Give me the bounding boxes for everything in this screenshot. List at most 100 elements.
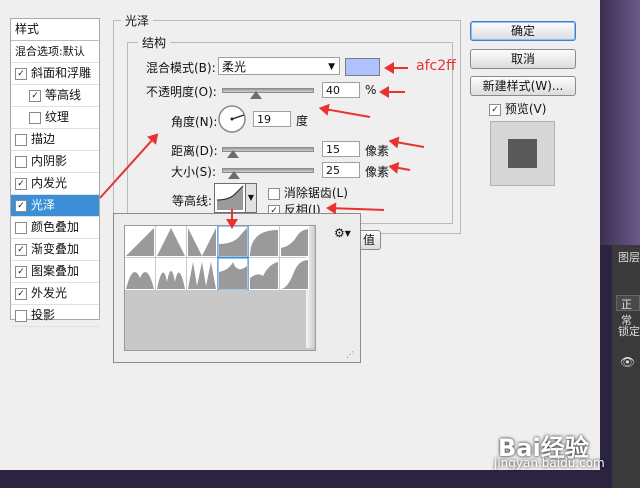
opacity-slider[interactable] <box>222 88 314 93</box>
gear-icon[interactable]: ⚙▾ <box>334 226 351 240</box>
new-style-button[interactable]: 新建样式(W)... <box>470 76 576 96</box>
sidebar-item-label: 颜色叠加 <box>31 220 80 234</box>
dialog-right-edge <box>600 0 640 245</box>
size-label: 大小(S): <box>171 165 217 179</box>
arrow-contour-popup <box>231 209 233 227</box>
contour-dropdown-button[interactable]: ▼ <box>245 183 257 213</box>
annotation-color-text: afc2ff <box>416 58 456 74</box>
sidebar-item-label: 纹理 <box>45 110 70 124</box>
contour-preset-half-round[interactable] <box>249 226 279 257</box>
size-unit: 像素 <box>365 165 390 179</box>
contour-label: 等高线: <box>172 194 213 208</box>
sidebar-item-checkbox[interactable] <box>29 111 41 124</box>
distance-slider-thumb[interactable] <box>227 150 239 158</box>
contour-presets <box>125 226 309 290</box>
layers-lock-label: 锁定 <box>618 325 640 338</box>
eye-icon[interactable]: 👁 <box>620 355 635 369</box>
opacity-slider-thumb[interactable] <box>250 91 262 99</box>
layers-panel: 图层 正常 锁定 👁 <box>612 245 640 488</box>
contour-preset-cove[interactable] <box>217 257 249 290</box>
contour-picker[interactable] <box>214 183 246 213</box>
sidebar-item[interactable]: ✓ 内发光 <box>11 173 99 195</box>
ok-button-label: 确定 <box>510 24 535 38</box>
sidebar-item-checkbox[interactable]: ✓ <box>15 287 27 300</box>
sidebar-item-checkbox[interactable]: ✓ <box>15 265 27 278</box>
angle-dial-icon <box>218 105 246 133</box>
effects-list: ✓ 斜面和浮雕 ✓ 等高线 纹理 描边 内阴影 ✓ 内发光 ✓ 光泽 颜色叠加 ✓ 渐变叠加 ✓ 图案叠加 ✓ 外… <box>11 63 99 327</box>
style-preview-box <box>490 121 555 186</box>
opacity-input[interactable]: 40 <box>322 82 360 98</box>
sidebar-item-label: 描边 <box>31 132 56 146</box>
sidebar-item-label: 内阴影 <box>31 154 68 168</box>
sidebar-item-label: 内发光 <box>31 176 68 190</box>
angle-input[interactable]: 19 <box>253 111 291 127</box>
sidebar-item-label: 外发光 <box>31 286 68 300</box>
contour-preset-gaussian[interactable] <box>280 258 309 290</box>
contour-preset-linear[interactable] <box>125 226 155 257</box>
opacity-unit: % <box>365 83 377 97</box>
cancel-button[interactable]: 取消 <box>470 49 576 69</box>
contour-preset-ring[interactable] <box>125 258 155 290</box>
styles-title: 样式 <box>11 19 99 41</box>
size-input[interactable]: 25 <box>322 162 360 178</box>
sidebar-item[interactable]: 内阴影 <box>11 151 99 173</box>
contour-preset-cone-inverted[interactable] <box>187 226 217 257</box>
angle-unit: 度 <box>296 114 309 128</box>
preview-check[interactable]: ✓ <box>489 103 501 116</box>
sidebar-item[interactable]: ✓ 斜面和浮雕 <box>11 63 99 85</box>
styles-sidebar: 样式 混合选项:默认 ✓ 斜面和浮雕 ✓ 等高线纹理描边内阴影 ✓ 内发光 ✓ 光泽颜色叠加 ✓… <box>10 18 100 327</box>
sidebar-item-checkbox[interactable]: ✓ <box>15 67 27 80</box>
preview-checkbox[interactable]: ✓ 预览(V) <box>489 100 546 117</box>
contour-preset-rolling-slope[interactable] <box>249 258 279 290</box>
sidebar-item-label: 光泽 <box>31 198 56 212</box>
sidebar-item[interactable]: ✓ 渐变叠加 <box>11 239 99 261</box>
sidebar-item[interactable]: ✓ 光泽 <box>11 195 99 217</box>
layers-tab[interactable]: 图层 <box>618 249 640 265</box>
sidebar-item[interactable]: 纹理 <box>11 107 99 129</box>
sidebar-item[interactable]: 颜色叠加 <box>11 217 99 239</box>
blend-mode-select[interactable]: 柔光 ▼ <box>218 57 340 75</box>
antialias-label: 消除锯齿(L) <box>283 186 348 200</box>
new-style-button-label: 新建样式(W)... <box>482 79 564 93</box>
satin-title: 光泽 <box>121 12 154 29</box>
blend-mode-label: 混合模式(B): <box>146 61 216 75</box>
bottom-dark-bar <box>0 470 612 488</box>
sidebar-item-checkbox[interactable]: ✓ <box>15 243 27 256</box>
contour-thumbnail-icon <box>216 185 244 210</box>
contour-preset-round-steps[interactable] <box>280 226 309 257</box>
blending-options-item[interactable]: 混合选项:默认 <box>11 41 99 63</box>
preview-label: 预览(V) <box>504 102 547 116</box>
sidebar-item[interactable]: ✓ 外发光 <box>11 283 99 305</box>
sidebar-item-checkbox[interactable]: ✓ <box>29 89 41 102</box>
sidebar-item-checkbox[interactable]: ✓ <box>15 177 27 190</box>
sidebar-item[interactable]: ✓ 图案叠加 <box>11 261 99 283</box>
sidebar-item[interactable]: 投影 <box>11 305 99 327</box>
sidebar-item[interactable]: 描边 <box>11 129 99 151</box>
antialias-checkbox[interactable]: 消除锯齿(L) <box>268 184 348 201</box>
ok-button[interactable]: 确定 <box>470 21 576 41</box>
style-preview-swatch <box>508 139 537 168</box>
contour-preset-cone[interactable] <box>156 226 186 257</box>
resize-grip-icon[interactable]: ⋰ <box>346 350 354 359</box>
sidebar-item-checkbox[interactable]: ✓ <box>15 199 27 212</box>
arrow-blend-swatch <box>386 67 408 69</box>
sidebar-item-checkbox[interactable] <box>15 155 27 168</box>
satin-color-swatch[interactable] <box>345 58 380 76</box>
antialias-check[interactable] <box>268 187 280 200</box>
contour-preset-sawtooth[interactable] <box>187 258 217 290</box>
distance-input[interactable]: 15 <box>322 141 360 157</box>
sidebar-item-label: 渐变叠加 <box>31 242 80 256</box>
sidebar-item-checkbox[interactable] <box>15 221 27 234</box>
contour-preset-ring-double[interactable] <box>156 258 186 290</box>
watermark-url: jingyan.baidu.com <box>494 456 605 470</box>
sidebar-item-checkbox[interactable] <box>15 133 27 146</box>
sidebar-item-label: 投影 <box>31 308 56 322</box>
angle-dial[interactable] <box>217 104 247 134</box>
sidebar-item-label: 等高线 <box>45 88 82 102</box>
size-slider-thumb[interactable] <box>228 171 240 179</box>
sidebar-item-label: 斜面和浮雕 <box>31 66 92 80</box>
layers-mode-select[interactable]: 正常 <box>616 295 640 327</box>
contour-preset-selected[interactable] <box>217 226 249 258</box>
sidebar-item[interactable]: ✓ 等高线 <box>11 85 99 107</box>
sidebar-item-checkbox[interactable] <box>15 309 27 322</box>
